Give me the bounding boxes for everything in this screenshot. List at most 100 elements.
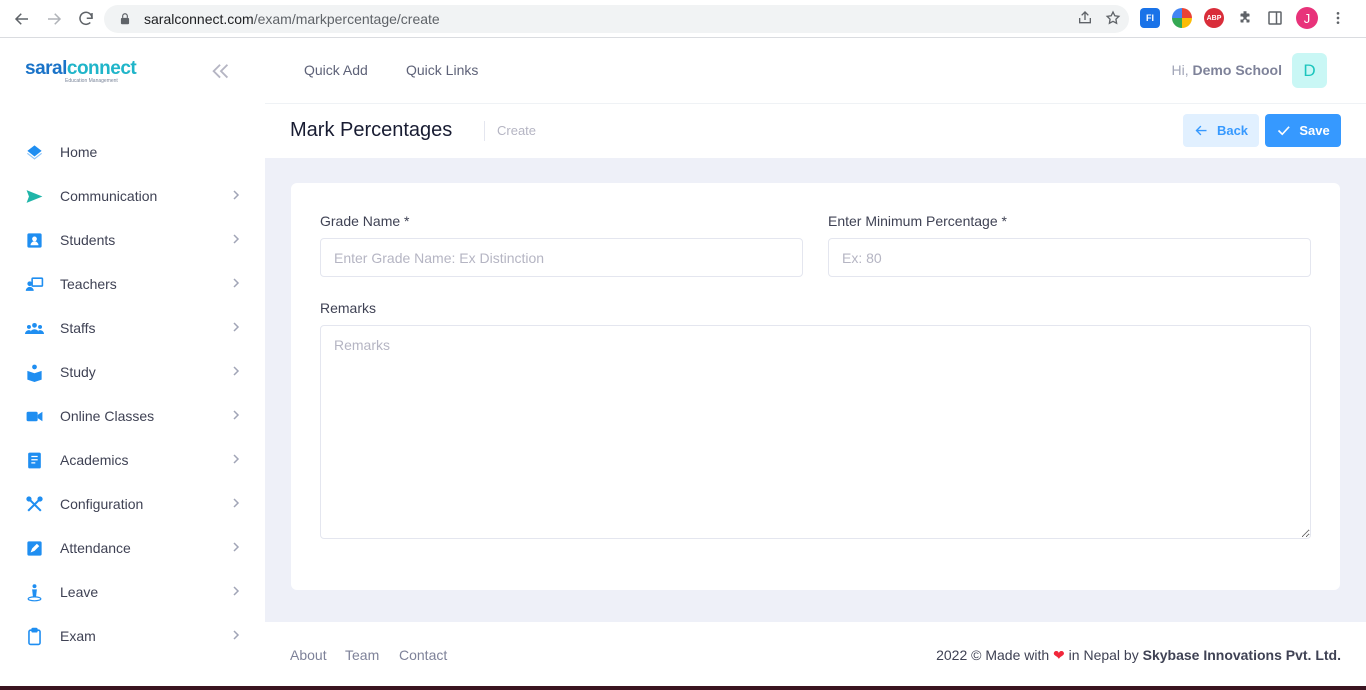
footer: About Team Contact 2022 © Made with ❤ in… — [265, 622, 1366, 686]
copyright-prefix: 2022 © Made with — [936, 647, 1050, 663]
chevron-right-icon — [233, 498, 240, 508]
sidebar-item-label: Attendance — [60, 540, 131, 556]
adblock-extension-icon[interactable]: ABP — [1204, 8, 1224, 28]
chevron-right-icon — [233, 454, 240, 464]
quick-links-link[interactable]: Quick Links — [406, 62, 478, 78]
study-icon — [24, 362, 44, 382]
extension-fi-icon[interactable]: FI — [1140, 8, 1160, 28]
brand-logo[interactable]: saralconnect Education Management — [25, 58, 137, 84]
group-icon — [24, 318, 44, 338]
taskbar-edge — [0, 686, 1366, 690]
chevron-right-icon — [233, 410, 240, 420]
back-arrow-icon[interactable] — [6, 3, 38, 35]
greeting-prefix: Hi, — [1171, 62, 1189, 78]
arrow-left-icon — [1195, 125, 1207, 136]
footer-about-link[interactable]: About — [290, 647, 327, 663]
sidebar: saralconnect Education Management Home C… — [0, 38, 265, 690]
sidebar-item-teachers[interactable]: Teachers — [0, 262, 265, 306]
mark-percentage-form: Grade Name * Enter Minimum Percentage * … — [291, 183, 1340, 590]
color-picker-extension-icon[interactable] — [1172, 8, 1192, 28]
sidebar-item-label: Exam — [60, 628, 96, 644]
sidebar-item-label: Leave — [60, 584, 99, 600]
back-button[interactable]: Back — [1183, 114, 1259, 147]
back-button-label: Back — [1216, 123, 1249, 138]
logo-text-1: saral — [25, 58, 67, 79]
puzzle-icon[interactable] — [1236, 9, 1254, 27]
sidebar-item-configuration[interactable]: Configuration — [0, 482, 265, 526]
student-icon — [24, 230, 44, 250]
title-divider — [484, 121, 485, 141]
url-text: saralconnect.com/exam/markpercentage/cre… — [144, 11, 440, 27]
sidebar-item-label: Staffs — [60, 320, 96, 336]
min-percentage-label: Enter Minimum Percentage * — [828, 213, 1007, 229]
grade-name-input[interactable] — [320, 238, 803, 277]
top-header: Quick Add Quick Links Hi, Demo School D — [265, 38, 1366, 104]
chevron-right-icon — [233, 234, 240, 244]
sidebar-item-leave[interactable]: Leave — [0, 570, 265, 614]
chevron-right-icon — [233, 322, 240, 332]
grade-name-label: Grade Name * — [320, 213, 410, 229]
browser-toolbar: saralconnect.com/exam/markpercentage/cre… — [0, 0, 1366, 38]
chevron-right-icon — [233, 366, 240, 376]
reload-icon[interactable] — [70, 3, 102, 35]
book-icon — [24, 450, 44, 470]
sidebar-item-communication[interactable]: Communication — [0, 174, 265, 218]
share-icon[interactable] — [1077, 10, 1093, 26]
sidebar-item-label: Students — [60, 232, 116, 248]
min-percentage-input[interactable] — [828, 238, 1311, 277]
lock-icon — [120, 13, 130, 25]
sidebar-item-online-classes[interactable]: Online Classes — [0, 394, 265, 438]
check-icon — [1278, 126, 1291, 136]
sidebar-item-label: Communication — [60, 188, 158, 204]
save-button-label: Save — [1299, 123, 1330, 138]
edit-icon — [24, 538, 44, 558]
company-name[interactable]: Skybase Innovations Pvt. Ltd. — [1143, 647, 1341, 663]
profile-avatar[interactable]: J — [1296, 7, 1318, 29]
footer-contact-link[interactable]: Contact — [399, 647, 447, 663]
tools-icon — [24, 494, 44, 514]
sidebar-item-academics[interactable]: Academics — [0, 438, 265, 482]
remarks-label: Remarks — [320, 300, 377, 316]
chevron-right-icon — [233, 278, 240, 288]
clipboard-icon — [24, 626, 44, 646]
remarks-textarea[interactable] — [320, 325, 1311, 539]
logo-text-2: connect — [66, 58, 137, 79]
sidebar-item-staffs[interactable]: Staffs — [0, 306, 265, 350]
person-pin-icon — [24, 582, 44, 602]
kebab-menu-icon[interactable] — [1330, 10, 1346, 26]
chevron-right-icon — [233, 190, 240, 200]
video-icon — [24, 406, 44, 426]
sidebar-item-home[interactable]: Home — [0, 130, 265, 174]
sidebar-menu: Home Communication Students Teachers Sta… — [0, 130, 265, 658]
copyright-mid: in Nepal by — [1068, 647, 1139, 663]
footer-team-link[interactable]: Team — [345, 647, 379, 663]
page-title: Mark Percentages — [290, 119, 453, 141]
sidebar-item-attendance[interactable]: Attendance — [0, 526, 265, 570]
teacher-icon — [24, 274, 44, 294]
sidebar-item-label: Online Classes — [60, 408, 155, 424]
star-icon[interactable] — [1105, 10, 1121, 26]
sidebar-item-students[interactable]: Students — [0, 218, 265, 262]
user-greeting[interactable]: Hi, Demo School — [1172, 62, 1282, 78]
collapse-sidebar-icon[interactable] — [210, 62, 232, 80]
sidebar-item-label: Home — [60, 144, 98, 160]
sidebar-item-label: Teachers — [60, 276, 117, 292]
logo-tagline: Education Management — [65, 78, 118, 84]
user-avatar[interactable]: D — [1292, 53, 1327, 88]
sidebar-item-label: Study — [60, 364, 96, 380]
sidebar-item-study[interactable]: Study — [0, 350, 265, 394]
quick-add-link[interactable]: Quick Add — [304, 62, 368, 78]
sidebar-item-label: Academics — [60, 452, 129, 468]
breadcrumb: Create — [497, 123, 537, 138]
forward-arrow-icon[interactable] — [38, 3, 70, 35]
chevron-right-icon — [233, 542, 240, 552]
page-toolbar: Mark Percentages Create Back Save — [265, 104, 1366, 158]
sidepanel-icon[interactable] — [1266, 9, 1284, 27]
address-bar[interactable]: saralconnect.com/exam/markpercentage/cre… — [104, 5, 1129, 33]
sidebar-item-exam[interactable]: Exam — [0, 614, 265, 658]
save-button[interactable]: Save — [1265, 114, 1341, 147]
sidebar-item-label: Configuration — [60, 496, 144, 512]
heart-icon: ❤ — [1053, 647, 1065, 663]
send-icon — [24, 186, 44, 206]
user-name: Demo School — [1192, 62, 1282, 78]
